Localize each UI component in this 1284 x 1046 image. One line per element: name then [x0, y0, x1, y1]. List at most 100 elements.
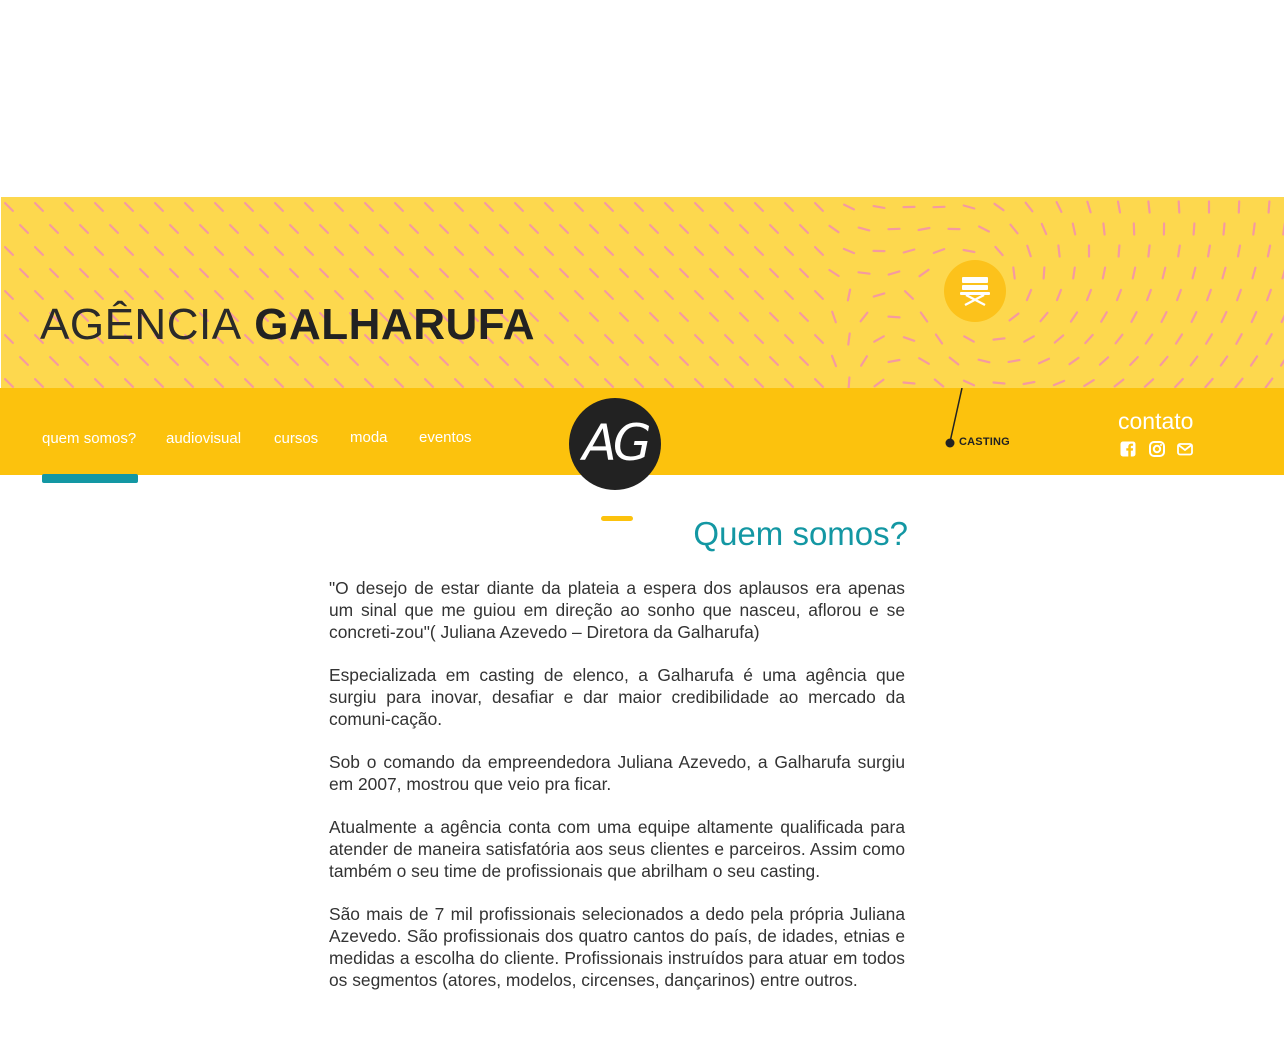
ag-logo[interactable]: AG — [569, 398, 661, 490]
pattern-dash — [948, 356, 960, 366]
pattern-dash — [424, 289, 434, 301]
pattern-dash — [768, 267, 780, 279]
pattern-dash — [424, 201, 434, 212]
pattern-dash — [319, 356, 329, 366]
pattern-dash — [1026, 244, 1032, 258]
pattern-dash — [1175, 288, 1183, 302]
pattern-dash — [349, 356, 359, 366]
pattern-dash — [513, 245, 525, 257]
pattern-dash — [19, 356, 29, 366]
pattern-dash — [394, 245, 404, 257]
pattern-dash — [887, 315, 901, 319]
pattern-dash — [3, 334, 14, 344]
pattern-dash — [334, 201, 344, 212]
nav-item-cursos[interactable]: cursos — [274, 430, 318, 447]
pattern-dash — [304, 378, 314, 388]
pattern-dash — [154, 245, 164, 257]
pattern-dash — [1053, 334, 1065, 344]
pattern-dash — [830, 354, 838, 368]
pattern-dash — [678, 224, 690, 235]
pattern-dash — [139, 224, 149, 235]
pattern-dash — [1071, 222, 1077, 236]
pattern-dash — [259, 224, 269, 235]
pattern-dash — [424, 245, 434, 257]
pattern-dash — [63, 245, 75, 257]
pattern-dash — [19, 311, 29, 323]
pattern-dash — [123, 378, 134, 388]
pattern-dash — [573, 201, 585, 212]
nav-item-moda[interactable]: moda — [350, 429, 388, 446]
paragraph: Atualmente a agência conta com uma equip… — [329, 817, 905, 881]
nav-item-quem-somos[interactable]: quem somos? — [42, 430, 136, 447]
pattern-dash — [633, 378, 645, 388]
pattern-dash — [1068, 356, 1080, 366]
pattern-dash — [1147, 200, 1151, 214]
pattern-dash — [633, 245, 645, 257]
pattern-dash — [768, 311, 780, 323]
pattern-dash — [1251, 266, 1257, 280]
pattern-dash — [603, 201, 615, 212]
pattern-dash — [3, 245, 14, 257]
pattern-dash — [1116, 200, 1122, 214]
pattern-dash — [1219, 355, 1229, 367]
pattern-dash — [1069, 311, 1079, 323]
pattern-dash — [1206, 244, 1212, 258]
pattern-dash — [543, 378, 555, 388]
pattern-dash — [753, 334, 765, 344]
pattern-dash — [1161, 266, 1167, 280]
pattern-dash — [753, 245, 765, 257]
pattern-dash — [1177, 200, 1181, 214]
pattern-dash — [3, 289, 14, 301]
pattern-dash — [334, 289, 344, 301]
pattern-dash — [199, 267, 209, 279]
pattern-dash — [394, 378, 404, 388]
brand-title-light: AGÊNCIA — [40, 300, 242, 349]
pattern-dash — [48, 267, 60, 279]
pattern-dash — [738, 311, 750, 323]
pattern-dash — [1102, 222, 1106, 236]
director-chair-badge[interactable] — [944, 260, 1006, 322]
pattern-dash — [963, 335, 975, 343]
pattern-dash — [1252, 222, 1256, 236]
pattern-dash — [977, 358, 991, 364]
pattern-dash — [1101, 266, 1107, 280]
pattern-dash — [1190, 310, 1198, 324]
pattern-dash — [259, 356, 269, 366]
mail-icon[interactable] — [1177, 441, 1193, 457]
director-chair-icon — [960, 277, 990, 307]
pattern-dash — [588, 311, 600, 323]
pattern-dash — [873, 335, 885, 343]
pattern-dash — [78, 224, 90, 235]
pattern-dash — [783, 378, 795, 388]
pattern-dash — [633, 334, 645, 344]
pattern-dash — [454, 245, 464, 257]
facebook-icon[interactable] — [1120, 441, 1136, 457]
pattern-dash — [1266, 244, 1272, 258]
casting-label[interactable]: CASTING — [959, 436, 1010, 448]
nav-item-audiovisual[interactable]: audiovisual — [166, 430, 241, 447]
pattern-dash — [528, 356, 540, 366]
pattern-dash — [1098, 356, 1110, 366]
pattern-dash — [439, 224, 449, 235]
pattern-dash — [902, 248, 916, 254]
contact-title[interactable]: contato — [1118, 408, 1193, 435]
quote-paragraph: "O desejo de estar diante da plateia a e… — [329, 578, 905, 642]
pattern-dash — [648, 267, 660, 279]
pattern-dash — [454, 289, 464, 301]
pattern-dash — [439, 356, 449, 366]
pattern-dash — [813, 201, 825, 212]
pattern-dash — [93, 245, 105, 257]
pattern-dash — [1040, 222, 1048, 236]
pattern-dash — [1177, 244, 1181, 258]
pattern-dash — [469, 356, 479, 366]
instagram-icon[interactable] — [1149, 441, 1165, 457]
pattern-dash — [1204, 377, 1214, 388]
pattern-dash — [1130, 311, 1138, 323]
pattern-dash — [1265, 333, 1273, 345]
pattern-dash — [842, 247, 856, 255]
pattern-dash — [528, 267, 540, 279]
nav-active-indicator — [42, 474, 138, 483]
nav-item-eventos[interactable]: eventos — [419, 429, 472, 446]
pattern-dash — [603, 245, 615, 257]
pattern-dash — [573, 378, 585, 388]
